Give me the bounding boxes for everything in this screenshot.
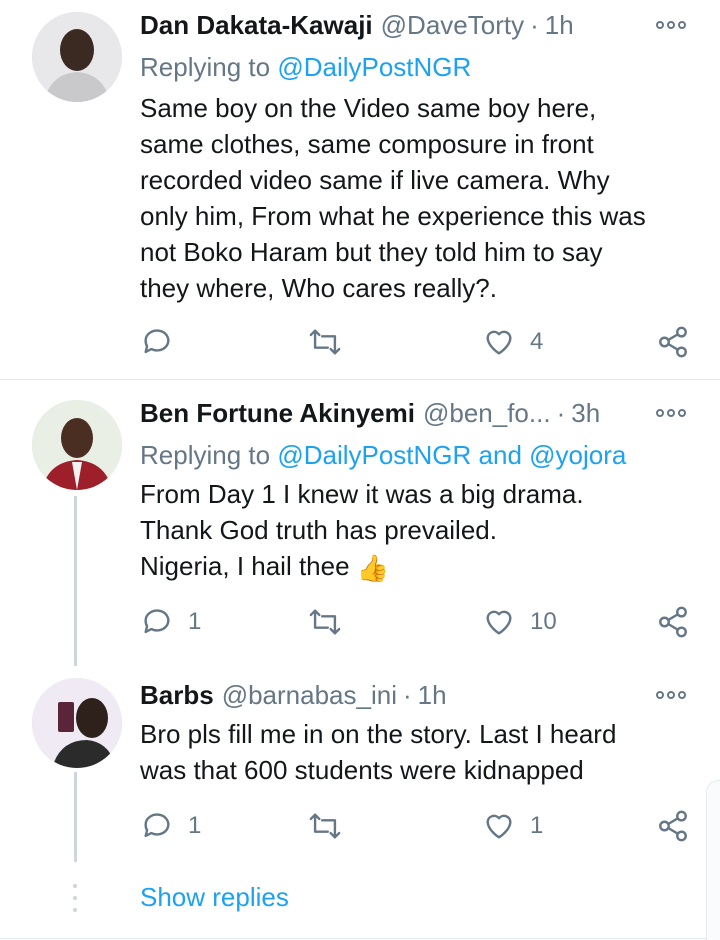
tweet-text-line: Thank God truth has prevailed.	[140, 515, 497, 545]
tweet-2[interactable]: Ben Fortune Akinyemi @ben_fo... · 3h Replyi…	[0, 380, 720, 670]
tweet-text-line: Bro pls fill me in on the story. Last I …	[140, 719, 617, 749]
replying-to: Replying to @DailyPostNGR and @yojora	[140, 440, 626, 471]
tweet-actions: 1 10	[0, 602, 720, 642]
thread-continuation-dots	[72, 884, 78, 920]
like-button[interactable]: 1	[482, 806, 543, 846]
reply-button[interactable]: 1	[140, 602, 201, 642]
dot-separator: ·	[530, 10, 539, 40]
tweet-text-line: recorded video same if live camera. Why	[140, 165, 610, 195]
show-replies-link[interactable]: Show replies	[140, 882, 289, 913]
retweet-icon	[309, 329, 341, 355]
share-button[interactable]	[656, 806, 690, 846]
avatar[interactable]	[32, 678, 122, 768]
tweet-text-line: only him, From what he experience this w…	[140, 201, 646, 231]
timestamp[interactable]: 1h	[418, 680, 447, 710]
tweet-text-line: not Boko Haram but they told him to say	[140, 237, 603, 267]
tweet-text-line: Same boy on the Video same boy here,	[140, 93, 597, 123]
like-icon	[486, 610, 512, 635]
tweet-text-line-text: Nigeria, I hail thee	[140, 551, 350, 581]
dot-separator: ·	[403, 680, 412, 710]
reply-icon	[144, 609, 170, 634]
like-icon	[486, 330, 512, 355]
tweet-text-line: From Day 1 I knew it was a big drama.	[140, 479, 584, 509]
tweet-text: From Day 1 I knew it was a big drama. Th…	[140, 476, 700, 586]
like-count: 10	[530, 608, 557, 635]
divider	[0, 938, 720, 939]
tweet-3[interactable]: Barbs @barnabas_ini · 1h Bro pls fill me in…	[0, 670, 720, 860]
scrollbar[interactable]	[706, 780, 720, 940]
replying-prefix: Replying to	[140, 52, 271, 82]
reply-count: 1	[188, 608, 202, 635]
retweet-icon	[309, 609, 341, 635]
reply-count: 1	[188, 812, 202, 839]
like-button[interactable]: 10	[482, 602, 557, 642]
timestamp[interactable]: 1h	[545, 10, 574, 40]
reply-button[interactable]: 1	[140, 806, 201, 846]
share-icon	[659, 606, 687, 638]
dot-separator: ·	[556, 398, 566, 428]
more-icon[interactable]	[656, 406, 686, 420]
share-button[interactable]	[656, 602, 690, 642]
like-count: 1	[530, 812, 544, 839]
avatar[interactable]	[32, 12, 122, 102]
tweet-1[interactable]: Dan Dakata-Kawaji @DaveTorty · 1h Replying …	[0, 0, 720, 380]
avatar[interactable]	[32, 400, 122, 490]
tweet-text: Bro pls fill me in on the story. Last I …	[140, 716, 700, 788]
tweet-text: Same boy on the Video same boy here, sam…	[140, 90, 700, 306]
reply-button[interactable]	[140, 322, 188, 362]
more-icon[interactable]	[656, 688, 686, 702]
share-button[interactable]	[656, 322, 690, 362]
replying-to-link[interactable]: @DailyPostNGR and @yojora	[277, 440, 626, 470]
user-handle[interactable]: @DaveTorty	[381, 10, 524, 40]
tweet-text-line: was that 600 students were kidnapped	[140, 755, 584, 785]
replying-prefix: Replying to	[140, 440, 271, 470]
tweet-text-line: same clothes, same composure in front	[140, 129, 594, 159]
like-count: 4	[530, 328, 544, 355]
display-name[interactable]: Dan Dakata-Kawaji	[140, 10, 373, 40]
timestamp[interactable]: 3h	[571, 398, 600, 428]
thumbs-up-emoji: 👍	[356, 553, 390, 584]
retweet-icon	[309, 813, 341, 839]
reply-icon	[144, 329, 170, 354]
like-button[interactable]: 4	[482, 322, 543, 362]
tweet-actions: 1 1	[0, 806, 720, 846]
display-name[interactable]: Barbs	[140, 680, 214, 710]
display-name[interactable]: Ben Fortune Akinyemi	[140, 398, 415, 428]
replying-to: Replying to @DailyPostNGR	[140, 52, 471, 83]
tweet-text-line: Nigeria, I hail thee 👍	[140, 548, 700, 586]
like-icon	[486, 814, 512, 839]
tweet-text-line: they where, Who cares really?.	[140, 273, 497, 303]
retweet-button[interactable]	[308, 602, 356, 642]
more-icon[interactable]	[656, 18, 686, 32]
share-icon	[659, 326, 687, 358]
user-handle[interactable]: @barnabas_ini	[222, 680, 397, 710]
retweet-button[interactable]	[308, 806, 356, 846]
share-icon	[659, 810, 687, 842]
reply-icon	[144, 813, 170, 838]
replying-to-link[interactable]: @DailyPostNGR	[277, 52, 471, 82]
retweet-button[interactable]	[308, 322, 356, 362]
user-handle[interactable]: @ben_fo...	[423, 398, 551, 428]
tweet-actions: 4	[0, 322, 720, 362]
